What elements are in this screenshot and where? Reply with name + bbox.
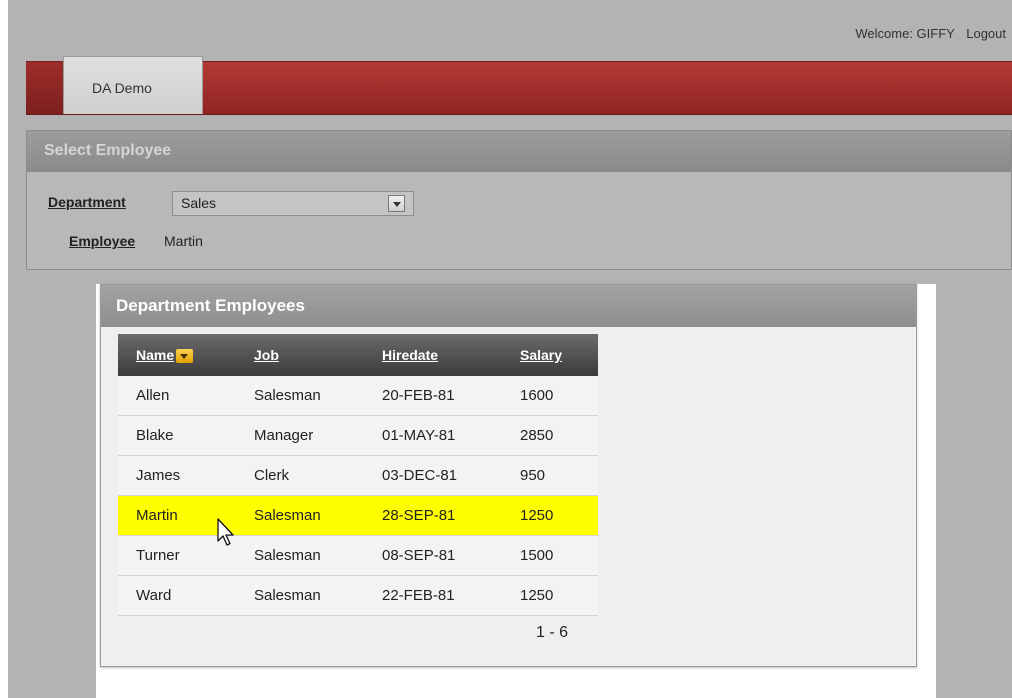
cell-job: Manager — [254, 415, 382, 456]
table-row[interactable]: Turner Salesman 08-SEP-81 1500 — [118, 535, 598, 576]
column-header-salary[interactable]: Salary — [520, 334, 598, 376]
cell-job: Salesman — [254, 495, 382, 536]
cell-name: Ward — [118, 575, 254, 616]
logout-link[interactable]: Logout — [966, 26, 1006, 41]
cell-name: Blake — [118, 415, 254, 456]
cell-job: Salesman — [254, 575, 382, 616]
cell-salary: 1250 — [520, 495, 598, 536]
tab-bar-cap — [26, 62, 64, 114]
column-header-job[interactable]: Job — [254, 334, 382, 376]
department-select[interactable]: Sales — [172, 191, 414, 216]
cell-salary: 1250 — [520, 575, 598, 616]
cell-hiredate: 01-MAY-81 — [382, 415, 520, 456]
column-header-label[interactable]: Hiredate — [382, 347, 438, 363]
cell-job: Clerk — [254, 455, 382, 496]
region-title: Select Employee — [44, 142, 172, 159]
pagination-text: 1 - 6 — [536, 624, 569, 641]
chevron-down-icon[interactable] — [388, 195, 405, 212]
cell-salary: 1500 — [520, 535, 598, 576]
table-row[interactable]: Blake Manager 01-MAY-81 2850 — [118, 415, 598, 456]
column-header-label[interactable]: Salary — [520, 347, 562, 363]
mouse-pointer-icon — [217, 518, 234, 546]
cell-salary: 1600 — [520, 376, 598, 416]
cell-hiredate: 20-FEB-81 — [382, 376, 520, 416]
employee-label[interactable]: Employee — [69, 233, 135, 249]
cell-job: Salesman — [254, 535, 382, 576]
column-header-hiredate[interactable]: Hiredate — [382, 334, 520, 376]
window-edge — [0, 0, 8, 698]
app-background: Welcome: GIFFY Logout DA Demo Select Emp… — [0, 0, 1012, 698]
column-header-label[interactable]: Job — [254, 347, 279, 363]
tab-da-demo[interactable]: DA Demo — [63, 56, 203, 114]
cell-salary: 950 — [520, 455, 598, 496]
column-header-name[interactable]: Name — [118, 334, 254, 376]
table-row[interactable]: James Clerk 03-DEC-81 950 — [118, 455, 598, 496]
chevron-down-icon[interactable] — [176, 349, 194, 364]
department-label[interactable]: Department — [48, 194, 126, 210]
cell-job: Salesman — [254, 376, 382, 416]
welcome-text: Welcome: GIFFY — [855, 26, 955, 41]
region-title: Department Employees — [116, 296, 305, 315]
table-row[interactable]: Ward Salesman 22-FEB-81 1250 — [118, 575, 598, 616]
tab-label: DA Demo — [92, 80, 152, 96]
table-header-row: Name Job Hiredate Salary — [118, 334, 598, 376]
cell-hiredate: 22-FEB-81 — [382, 575, 520, 616]
cell-name: Allen — [118, 376, 254, 416]
table-row[interactable]: Allen Salesman 20-FEB-81 1600 — [118, 376, 598, 416]
region-header: Department Employees — [101, 285, 916, 327]
cell-hiredate: 28-SEP-81 — [382, 495, 520, 536]
employees-table: Name Job Hiredate Salary Allen Salesman … — [118, 334, 598, 616]
cell-hiredate: 03-DEC-81 — [382, 455, 520, 496]
department-value: Sales — [181, 195, 217, 211]
cell-salary: 2850 — [520, 415, 598, 456]
region-header: Select Employee — [27, 131, 1011, 172]
cell-name: James — [118, 455, 254, 496]
cell-hiredate: 08-SEP-81 — [382, 535, 520, 576]
employees-report: Name Job Hiredate Salary Allen Salesman … — [118, 334, 598, 616]
user-bar: Welcome: GIFFY Logout — [855, 26, 1006, 41]
employee-value: Martin — [164, 233, 203, 249]
column-header-label[interactable]: Name — [136, 347, 174, 363]
table-row-highlighted[interactable]: Martin Salesman 28-SEP-81 1250 — [118, 495, 598, 536]
